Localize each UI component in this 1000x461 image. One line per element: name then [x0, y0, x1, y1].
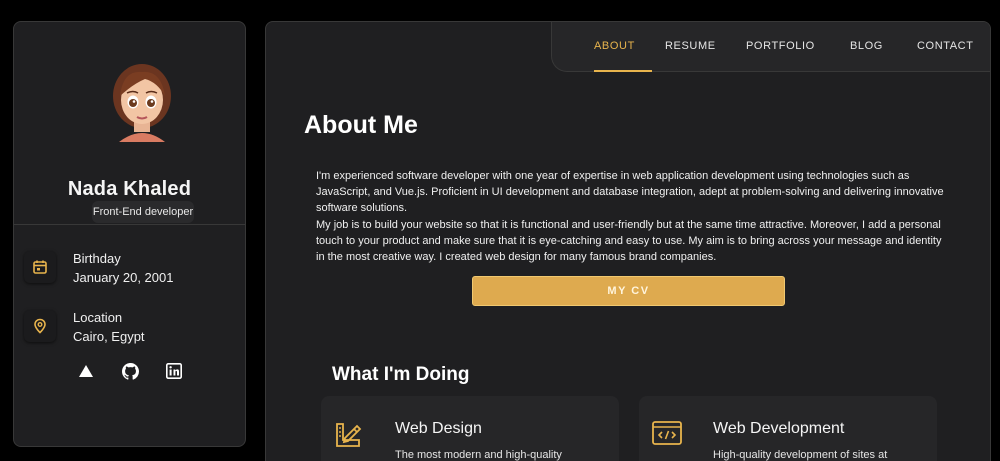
- profile-name: Nada Khaled: [67, 178, 192, 200]
- sidebar-divider: [14, 224, 245, 225]
- nav-resume[interactable]: RESUME: [665, 40, 716, 52]
- profile-role-badge: Front-End developer: [92, 201, 194, 223]
- my-cv-button[interactable]: MY CV: [472, 276, 785, 306]
- nav-portfolio[interactable]: PORTFOLIO: [746, 40, 815, 52]
- service-description: The most modern and high-quality: [395, 449, 562, 461]
- nav-contact[interactable]: CONTACT: [917, 40, 974, 52]
- nav-blog[interactable]: BLOG: [850, 40, 883, 52]
- nav-about[interactable]: ABOUT: [594, 40, 635, 52]
- design-pencil-icon: [336, 423, 362, 447]
- service-title: Web Design: [395, 420, 482, 437]
- nav-active-indicator: [594, 70, 652, 72]
- about-text: I'm experienced software developer with …: [316, 168, 944, 265]
- profile-sidebar: Nada Khaled Front-End developer Birthday…: [13, 21, 246, 447]
- contact-value: January 20, 2001: [73, 270, 174, 285]
- top-navbar: ABOUT RESUME PORTFOLIO BLOG CONTACT: [551, 22, 990, 72]
- contact-title: Location: [73, 310, 123, 325]
- about-paragraph: My job is to build your website so that …: [316, 218, 942, 264]
- contact-title: Birthday: [73, 251, 121, 266]
- contact-value: Cairo, Egypt: [73, 329, 145, 344]
- service-card-web-development: Web Development High-quality development…: [639, 396, 937, 461]
- services-title: What I'm Doing: [332, 364, 470, 385]
- github-icon[interactable]: [121, 362, 139, 380]
- linkedin-icon[interactable]: [165, 362, 183, 380]
- code-window-icon: [652, 421, 682, 445]
- service-card-web-design: Web Design The most modern and high-qual…: [321, 396, 619, 461]
- calendar-icon: [24, 251, 56, 283]
- main-content: ABOUT RESUME PORTFOLIO BLOG CONTACT Abou…: [265, 21, 991, 461]
- about-paragraph: I'm experienced software developer with …: [316, 170, 944, 215]
- avatar: [113, 64, 171, 142]
- page-title: About Me: [304, 111, 418, 139]
- service-title: Web Development: [713, 420, 845, 437]
- location-pin-icon: [24, 310, 56, 342]
- triangle-icon[interactable]: [77, 362, 95, 380]
- service-description: High-quality development of sites at: [713, 449, 888, 461]
